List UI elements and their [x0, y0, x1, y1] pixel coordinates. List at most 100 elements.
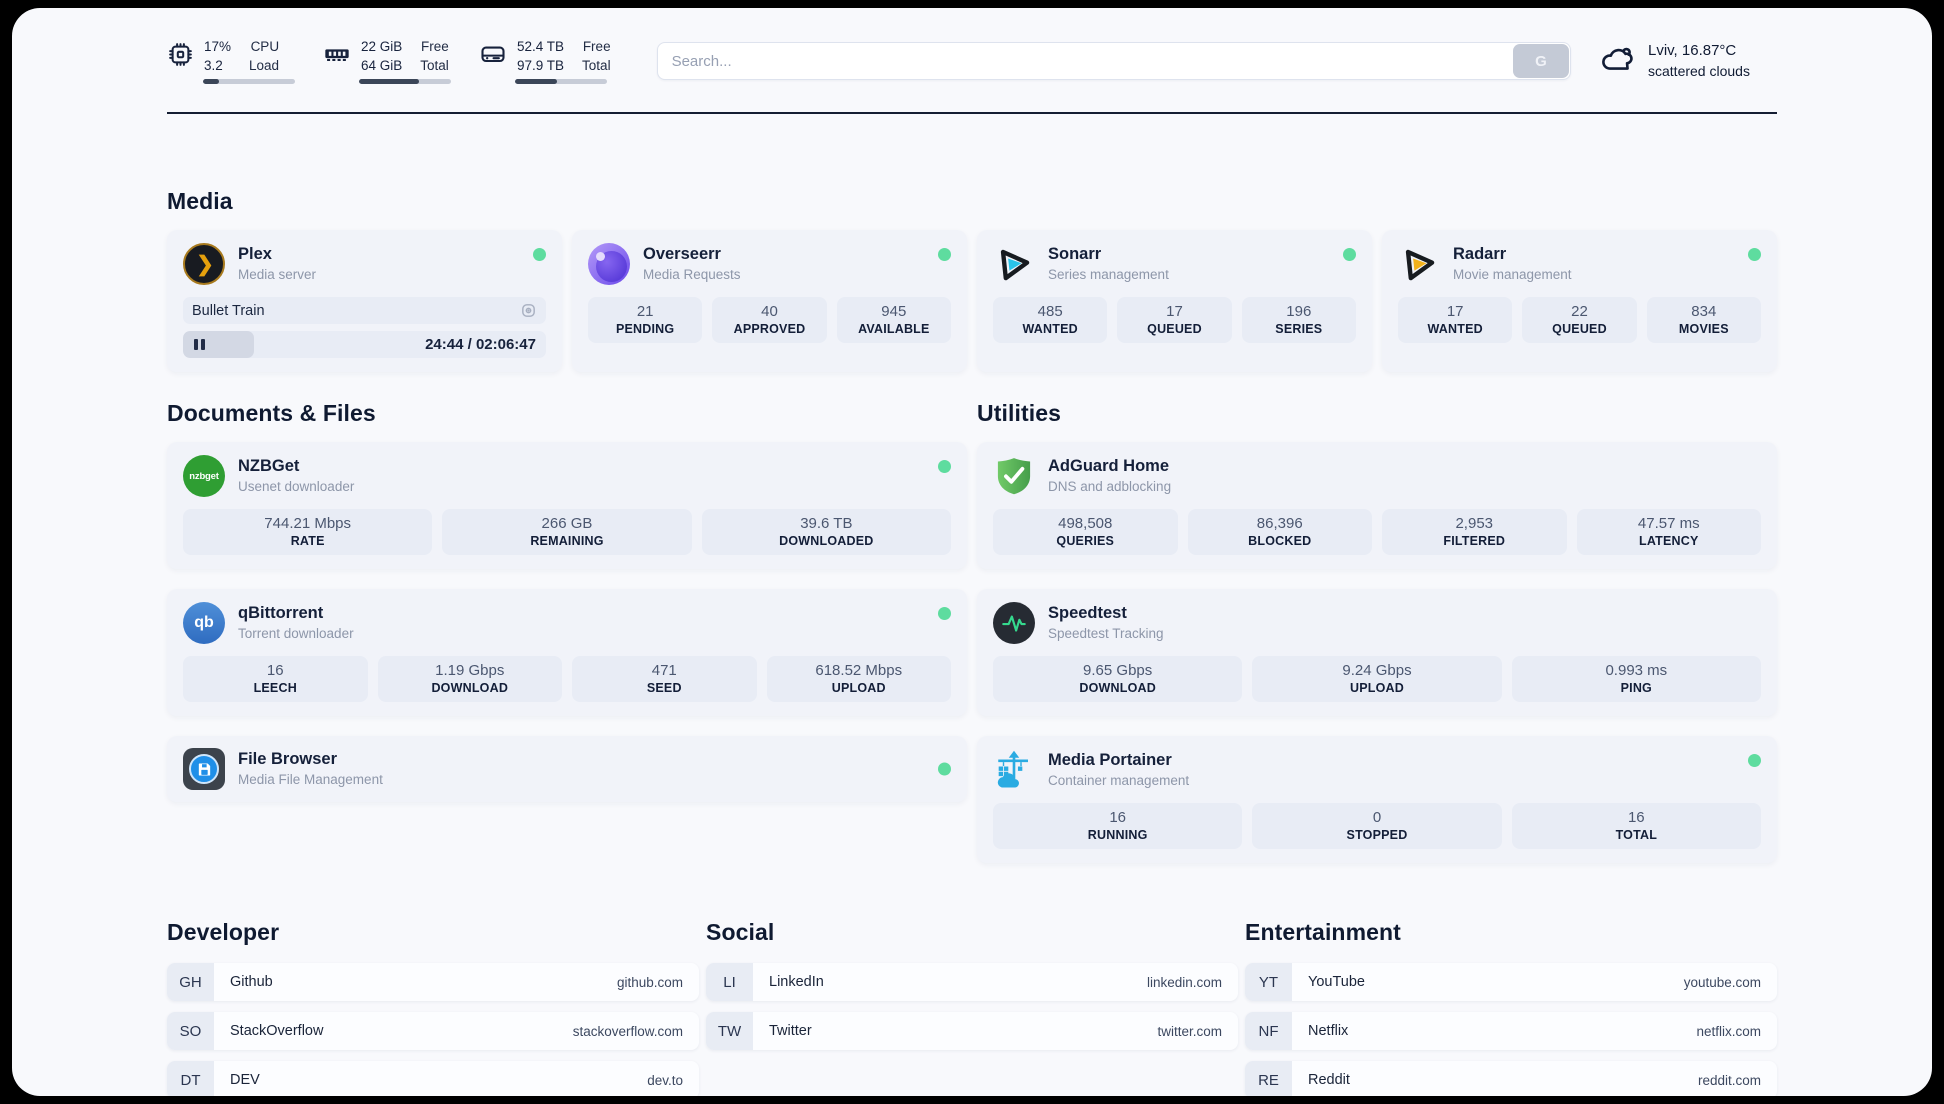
stat-series: 196 SERIES [1241, 297, 1356, 343]
status-dot [1343, 248, 1356, 261]
link-abbr: GH [167, 963, 214, 1001]
link-url: reddit.com [1697, 1072, 1761, 1088]
now-playing-title: Bullet Train [192, 302, 265, 319]
pause-icon[interactable] [194, 339, 205, 350]
app-subtitle: DNS and adblocking [1048, 479, 1172, 495]
dashboard-panel: 17% 3.2 CPU Load 22 GiB 64 GiB Free Tota… [12, 8, 1932, 1096]
app-title: Plex [238, 245, 272, 263]
cpu-percent: 17% [204, 39, 232, 55]
adguard-icon [993, 455, 1035, 497]
app-title: File Browser [238, 750, 338, 768]
now-playing-row: Bullet Train [183, 297, 546, 324]
card-nzbget[interactable]: nzbget NZBGet Usenet downloader 744.21 M… [167, 442, 967, 569]
stat-total: 16 TOTAL [1511, 803, 1761, 849]
stat-leech: 16 LEECH [183, 656, 368, 702]
utilities-column: Utilities AdGuard Home DNS and adblockin… [977, 400, 1777, 863]
search-engine-button[interactable]: G [1513, 44, 1569, 78]
card-overseerr[interactable]: Overseerr Media Requests 21 PENDING 40 A… [572, 230, 967, 372]
section-title-documents: Documents & Files [167, 400, 376, 426]
link-abbr: NF [1245, 1012, 1292, 1050]
speedtest-icon [993, 602, 1035, 644]
status-dot [533, 248, 546, 261]
weather-widget: Lviv, 16.87°C scattered clouds [1599, 40, 1777, 82]
stat-queued: 22 QUEUED [1522, 297, 1637, 343]
app-title: Media Portainer [1048, 751, 1172, 769]
link-abbr: SO [167, 1012, 214, 1050]
link-dev[interactable]: DT DEV dev.to [167, 1061, 699, 1096]
memory-free-value: 22 GiB [361, 39, 403, 55]
nzbget-icon: nzbget [183, 455, 225, 497]
card-speedtest[interactable]: Speedtest Speedtest Tracking 9.65 Gbps D… [977, 589, 1777, 716]
media-cards-row: ❯ Plex Media server Bullet Train 24:44 /… [167, 230, 1777, 372]
status-dot [938, 248, 951, 261]
card-filebrowser[interactable]: File Browser Media File Management [167, 736, 967, 802]
stat-wanted: 485 WANTED [993, 297, 1108, 343]
stat-blocked: 86,396 BLOCKED [1187, 509, 1372, 555]
app-subtitle: Usenet downloader [238, 479, 355, 495]
bookmarks-developer: Developer GH Github github.com SO StackO… [167, 919, 699, 1096]
link-abbr: LI [706, 963, 753, 1001]
card-sonarr[interactable]: Sonarr Series management 485 WANTED 17 Q… [977, 230, 1372, 372]
filebrowser-icon [183, 748, 225, 790]
link-linkedin[interactable]: LI LinkedIn linkedin.com [706, 963, 1238, 1001]
stat-rate: 744.21 Mbps RATE [183, 509, 433, 555]
stat-remaining: 266 GB REMAINING [442, 509, 692, 555]
app-title: Radarr [1453, 245, 1507, 263]
app-subtitle: Media server [238, 267, 317, 283]
link-github[interactable]: GH Github github.com [167, 963, 699, 1001]
disk-label-1: Free [582, 39, 611, 55]
playback-progress: 24:44 / 02:06:47 [183, 331, 546, 358]
link-twitter[interactable]: TW Twitter twitter.com [706, 1012, 1238, 1050]
top-bar: 17% 3.2 CPU Load 22 GiB 64 GiB Free Tota… [167, 38, 1777, 84]
cloud-icon [1599, 40, 1636, 82]
bookmarks-social: Social LI LinkedIn linkedin.com TW Twitt… [706, 919, 1238, 1096]
qbittorrent-icon: qb [183, 602, 225, 644]
portainer-icon [993, 749, 1035, 791]
session-view-icon[interactable] [520, 302, 537, 319]
memory-progress-bar [359, 78, 451, 84]
memory-label-2: Total [420, 57, 449, 73]
status-dot [938, 607, 951, 620]
stat-download: 9.65 Gbps DOWNLOAD [993, 656, 1243, 702]
card-plex[interactable]: ❯ Plex Media server Bullet Train 24:44 /… [167, 230, 562, 372]
app-subtitle: Torrent downloader [238, 626, 354, 642]
stat-pending: 21 PENDING [588, 297, 703, 343]
app-subtitle: Media Requests [643, 267, 741, 283]
app-title: NZBGet [238, 457, 300, 475]
documents-column: Documents & Files nzbget NZBGet Usenet d… [167, 400, 967, 863]
card-portainer[interactable]: Media Portainer Container management 16 … [977, 736, 1777, 863]
memory-label-1: Free [421, 39, 449, 55]
card-radarr[interactable]: Radarr Movie management 17 WANTED 22 QUE… [1382, 230, 1777, 372]
link-name: DEV [230, 1072, 260, 1088]
stat-ping: 0.993 ms PING [1511, 656, 1761, 702]
link-youtube[interactable]: YT YouTube youtube.com [1245, 963, 1777, 1001]
status-dot [1748, 754, 1761, 767]
app-subtitle: Series management [1048, 267, 1169, 283]
link-reddit[interactable]: RE Reddit reddit.com [1245, 1061, 1777, 1096]
disk-free-value: 52.4 TB [517, 39, 565, 55]
search-input[interactable] [656, 42, 1571, 80]
app-title: Overseerr [643, 245, 721, 263]
cpu-icon [167, 41, 194, 73]
status-dot [938, 460, 951, 473]
link-stackoverflow[interactable]: SO StackOverflow stackoverflow.com [167, 1012, 699, 1050]
memory-total-value: 64 GiB [361, 57, 403, 73]
app-title: AdGuard Home [1048, 457, 1170, 475]
cpu-load-value: 3.2 [204, 57, 223, 73]
card-qbittorrent[interactable]: qb qBittorrent Torrent downloader 16 LEE… [167, 589, 967, 716]
playback-time: 24:44 / 02:06:47 [425, 336, 536, 353]
disk-total-value: 97.9 TB [517, 57, 565, 73]
link-netflix[interactable]: NF Netflix netflix.com [1245, 1012, 1777, 1050]
disk-progress-bar [515, 78, 607, 84]
section-title-social: Social [706, 919, 775, 945]
section-title-media: Media [167, 188, 233, 214]
stat-wanted: 17 WANTED [1398, 297, 1513, 343]
app-subtitle: Media File Management [238, 772, 383, 788]
card-adguard[interactable]: AdGuard Home DNS and adblocking 498,508 … [977, 442, 1777, 569]
link-name: Github [230, 974, 273, 990]
link-url: youtube.com [1683, 974, 1761, 990]
app-title: Speedtest [1048, 604, 1127, 622]
disk-icon [479, 40, 507, 73]
weather-location-temp: Lviv, 16.87°C [1648, 42, 1737, 60]
bookmarks-entertainment: Entertainment YT YouTube youtube.com NF … [1245, 919, 1777, 1096]
